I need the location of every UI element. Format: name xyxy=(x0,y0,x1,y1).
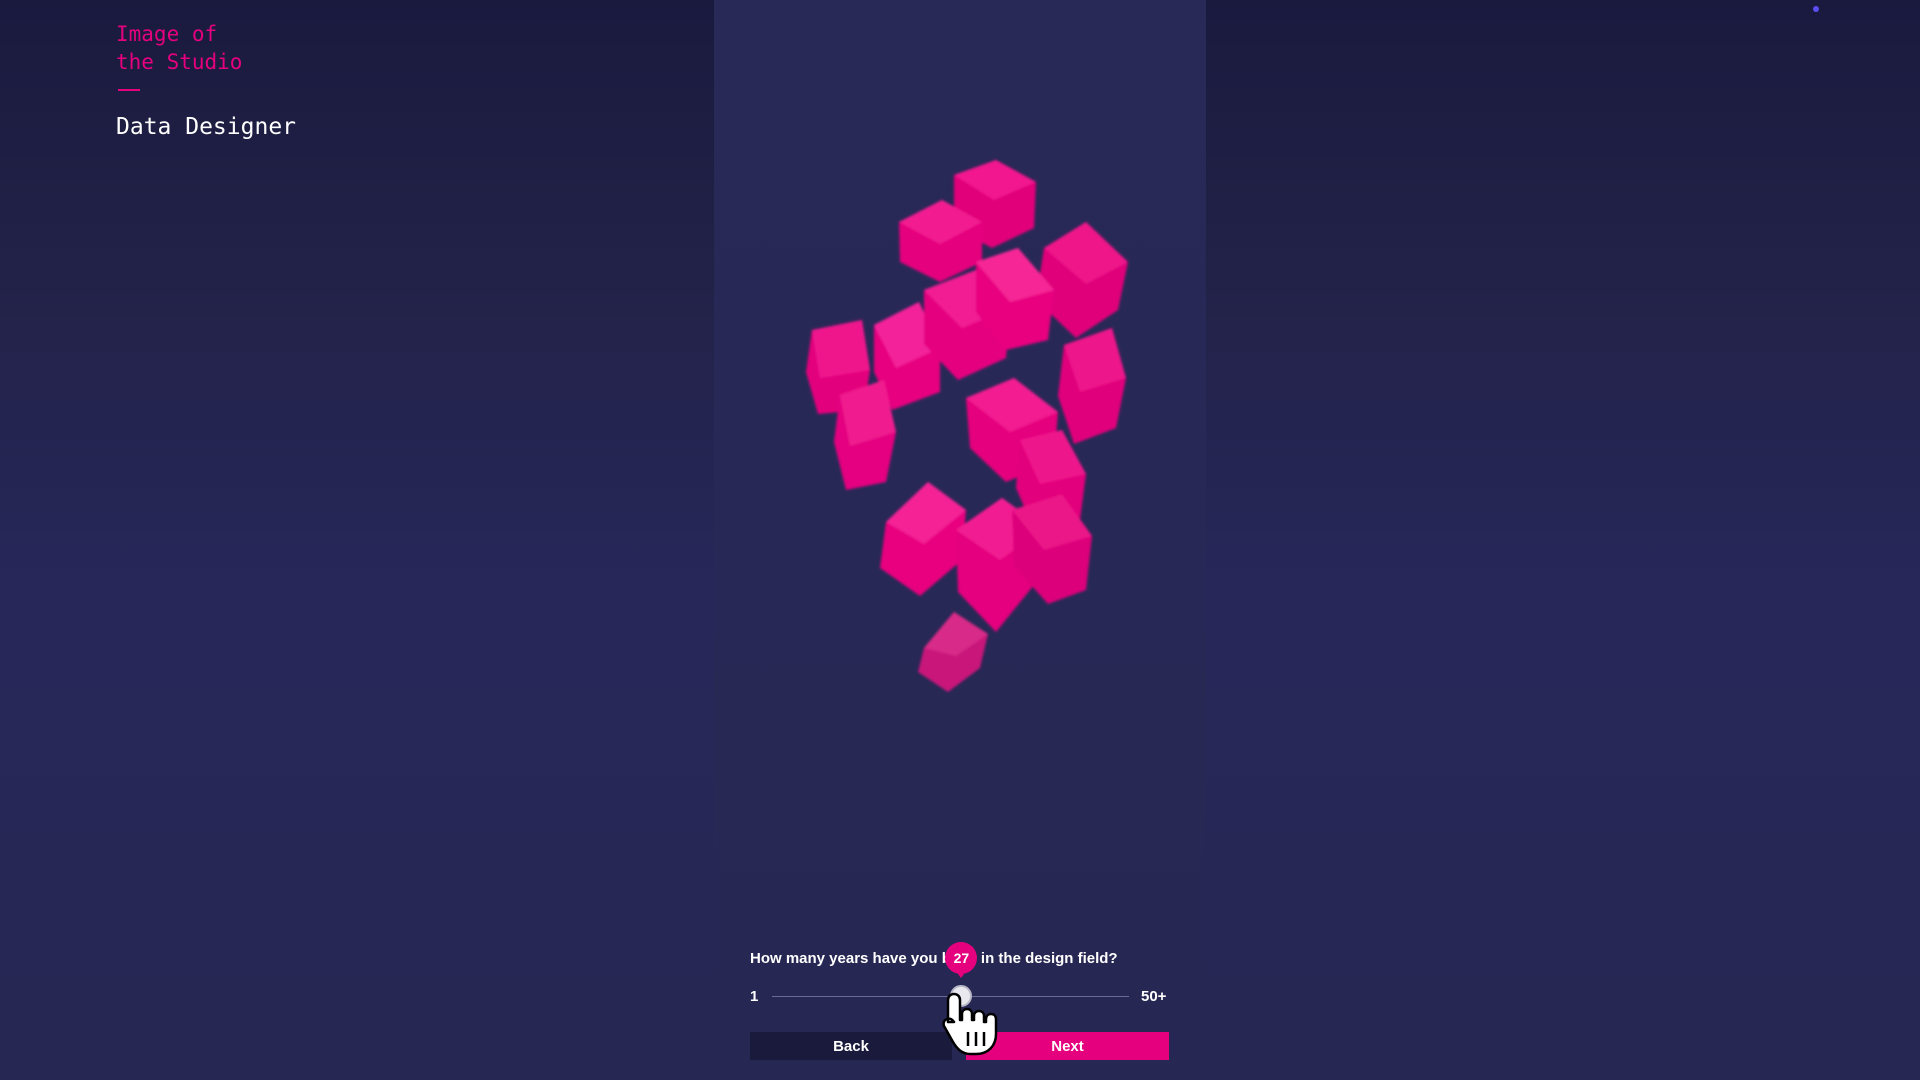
slider-min-label: 1 xyxy=(750,988,759,1005)
cube xyxy=(834,380,896,490)
cube-cluster-visualization xyxy=(806,160,1128,692)
screen: Image of the Studio Data Designer How ma… xyxy=(0,0,1920,1080)
indicator-dot-icon xyxy=(1813,6,1819,12)
brand-logo-text: Image of the Studio xyxy=(116,22,243,74)
back-button[interactable]: Back xyxy=(750,1032,952,1060)
hand-pointer-icon xyxy=(942,992,998,1056)
slider-value-label: 27 xyxy=(953,950,970,966)
cube xyxy=(918,612,988,692)
back-button-label: Back xyxy=(833,1037,869,1055)
brand-divider xyxy=(118,89,140,91)
slider-max-label: 50+ xyxy=(1141,988,1167,1005)
cube xyxy=(880,482,966,596)
cube xyxy=(1058,328,1126,444)
page-title: Data Designer xyxy=(116,114,297,140)
next-button-label: Next xyxy=(1051,1037,1084,1055)
